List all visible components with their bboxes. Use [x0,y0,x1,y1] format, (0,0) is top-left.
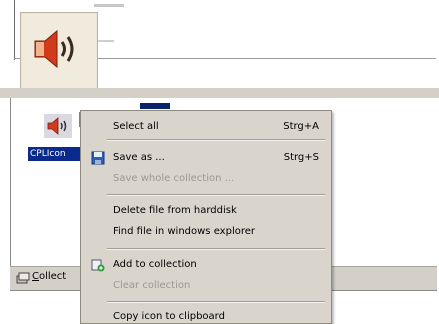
menu-item-select-all[interactable]: Select all Strg+A [81,117,331,137]
panel-divider-vertical [14,0,15,60]
menu-item-shortcut: Strg+S [283,152,319,163]
icon-list-item[interactable] [44,114,72,138]
splitter-bar[interactable] [0,88,439,98]
menu-item-label: Save as ... [113,152,165,163]
faded-text-fragment [94,4,124,7]
menu-item-find-file[interactable]: Find file in windows explorer [81,222,331,242]
menu-item-delete-file[interactable]: Delete file from harddisk [81,201,331,221]
collection-label-text: ollect [38,271,67,282]
speaker-icon [34,29,74,69]
save-disk-icon [91,151,105,165]
menu-item-label: Find file in windows explorer [113,226,255,237]
collection-icon [16,272,30,284]
menu-separator [107,139,325,141]
menu-separator [107,248,325,250]
menu-item-copy-icon[interactable]: Copy icon to clipboard [81,307,331,323]
add-collection-icon [91,259,105,272]
menu-item-save-as[interactable]: Save as ... Strg+S [81,148,331,168]
menu-item-shortcut: Strg+A [283,121,319,132]
menu-item-label: Save whole collection ... [113,173,235,184]
menu-item-label: Copy icon to clipboard [113,311,225,322]
menu-item-save-whole-collection[interactable]: Save whole collection ... [81,169,331,189]
menu-item-label: Add to collection [113,259,197,270]
selection-highlight-fragment [140,103,170,109]
menu-item-clear-collection[interactable]: Clear collection [81,276,331,296]
icon-preview [20,12,98,90]
icon-list-item-label[interactable]: CPLIcon [28,147,80,161]
context-menu: Select all Strg+A Save as ... Strg+S Sav… [80,110,332,324]
collection-tab-label[interactable]: Collect [32,271,66,282]
menu-item-label: Clear collection [113,280,191,291]
menu-separator [107,301,325,303]
menu-item-add-to-collection[interactable]: Add to collection [81,255,331,275]
access-key-letter: C [32,271,39,282]
menu-separator [107,194,325,196]
menu-item-label: Delete file from harddisk [113,205,237,216]
menu-item-label: Select all [113,121,159,132]
speaker-icon [47,117,67,135]
